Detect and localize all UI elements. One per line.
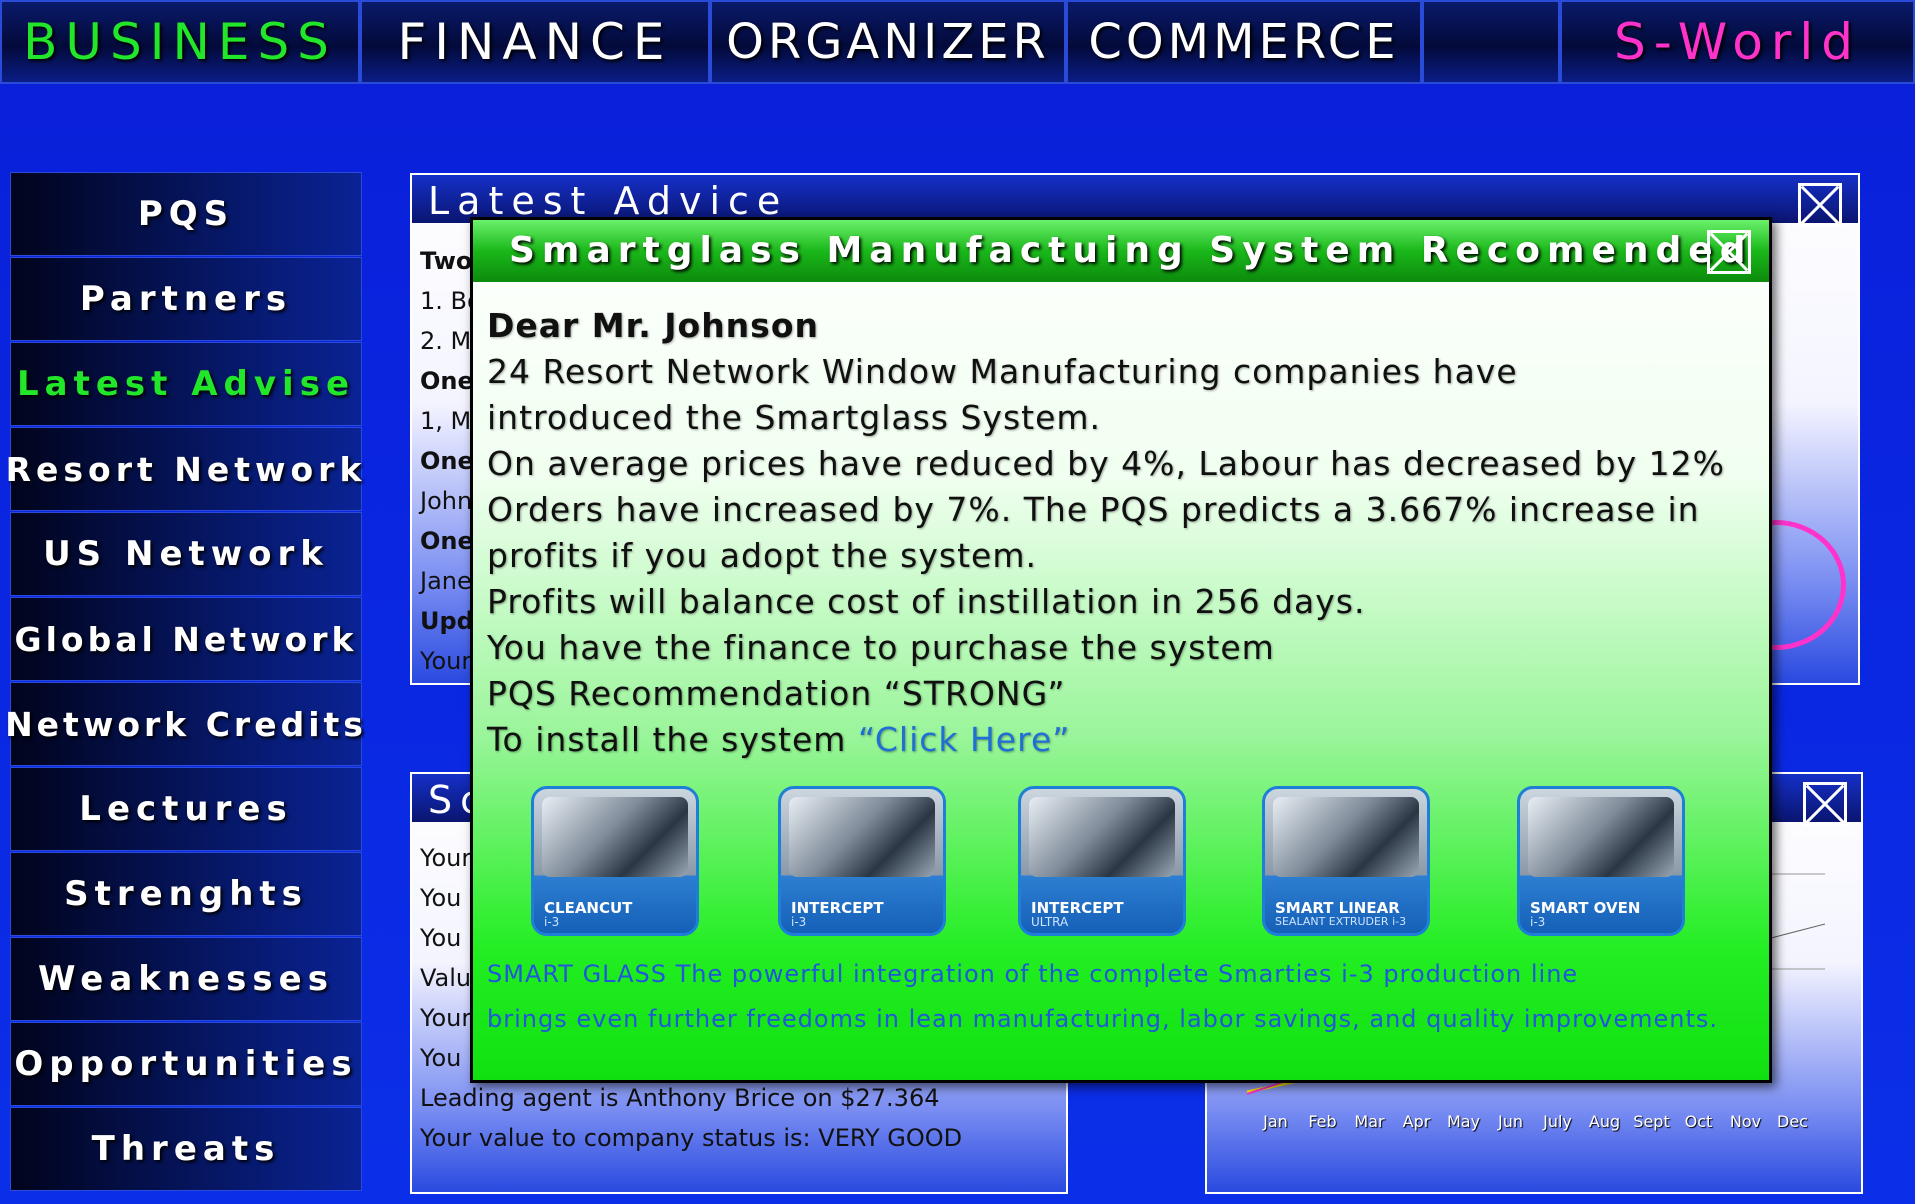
advice-line: Upd [420, 607, 474, 635]
product-image [1273, 797, 1419, 877]
product-image [1029, 797, 1175, 877]
month-label: Jan [1263, 1112, 1288, 1131]
product-sub: SEALANT EXTRUDER i-3 [1275, 915, 1407, 928]
dialog-title: Smartglass Manufactuing System Recomende… [473, 220, 1769, 282]
latest-advice-title: Latest Advice [412, 175, 1858, 223]
message-line: introduced the Smartglass System. [487, 398, 1102, 437]
month-label: Oct [1684, 1112, 1713, 1131]
tab-commerce[interactable]: COMMERCE [1066, 0, 1422, 84]
product-cleancut[interactable]: CLEANCUT i-3 [531, 786, 699, 936]
month-label: Dec [1777, 1112, 1808, 1131]
sidebar-item-partners[interactable]: Partners [10, 257, 362, 341]
month-label: May [1446, 1112, 1481, 1131]
sidebar: PQS Partners Latest Advise Resort Networ… [5, 172, 363, 1194]
message-line: On average prices have reduced by 4%, La… [487, 444, 1725, 483]
message-line: You have the finance to purchase the sys… [487, 628, 1275, 667]
score-line: You [420, 924, 462, 952]
score-line: You [420, 1044, 462, 1072]
sidebar-item-us-network[interactable]: US Network [10, 512, 362, 596]
sidebar-item-network-credits[interactable]: Network Credits [5, 682, 363, 766]
advice-line: One [420, 527, 474, 555]
product-smart-linear[interactable]: SMART LINEAR SEALANT EXTRUDER i-3 [1262, 786, 1430, 936]
sidebar-item-resort-network[interactable]: Resort Network [6, 427, 362, 511]
product-sub: i-3 [1530, 915, 1546, 929]
sidebar-item-lectures[interactable]: Lectures [10, 767, 362, 851]
month-label: Apr [1402, 1112, 1431, 1131]
message-line: profits if you adopt the system. [487, 536, 1037, 575]
product-description: brings even further freedoms in lean man… [487, 1005, 1719, 1033]
tab-business[interactable]: BUSINESS [0, 0, 360, 84]
sidebar-item-weaknesses[interactable]: Weaknesses [10, 937, 362, 1021]
sidebar-item-strenghts[interactable]: Strenghts [10, 852, 362, 936]
product-description: SMART GLASS The powerful integration of … [487, 960, 1579, 988]
product-image [789, 797, 935, 877]
product-sub: ULTRA [1031, 915, 1069, 929]
advice-line: 1, M [420, 407, 472, 435]
month-label: July [1543, 1112, 1572, 1131]
install-prefix: To install the system [487, 720, 858, 759]
product-smart-oven[interactable]: SMART OVEN i-3 [1517, 786, 1685, 936]
message-line: 24 Resort Network Window Manufacturing c… [487, 352, 1518, 391]
advice-line: John [420, 487, 473, 515]
month-label: Sept [1633, 1112, 1670, 1131]
sidebar-item-pqs[interactable]: PQS [10, 172, 362, 256]
product-sub: i-3 [791, 915, 807, 929]
product-name: SMART OVEN [1530, 899, 1641, 917]
leading-agent-text: Leading agent is Anthony Brice on $27.36… [420, 1084, 940, 1112]
advice-line: One [420, 367, 474, 395]
tab-s-world[interactable]: S-World [1560, 0, 1915, 84]
tab-organizer[interactable]: ORGANIZER [710, 0, 1066, 84]
install-line: To install the system “Click Here” [487, 720, 1070, 759]
score-line: Your [420, 844, 472, 872]
advice-line: 2. M [420, 327, 472, 355]
sidebar-item-threats[interactable]: Threats [10, 1107, 362, 1191]
value-status-text: Your value to company status is: VERY GO… [420, 1124, 963, 1152]
message-line: Profits will balance cost of instillatio… [487, 582, 1366, 621]
month-label: Nov [1729, 1112, 1762, 1131]
product-image [542, 797, 688, 877]
sidebar-item-latest-advise[interactable]: Latest Advise [10, 342, 362, 426]
month-label: Aug [1588, 1112, 1621, 1131]
product-intercept-ultra[interactable]: INTERCEPT ULTRA [1018, 786, 1186, 936]
product-image [1528, 797, 1674, 877]
advice-line: Two [420, 247, 473, 275]
greeting: Dear Mr. Johnson [487, 306, 819, 345]
score-line: Your [420, 1004, 472, 1032]
month-label: Mar [1354, 1112, 1385, 1131]
advice-line: One [420, 447, 474, 475]
chart-month-axis: Jan Feb Mar Apr May Jun July Aug Sept Oc… [1252, 1112, 1852, 1131]
top-nav: BUSINESS FINANCE ORGANIZER COMMERCE S-Wo… [0, 0, 1915, 86]
month-label: Feb [1308, 1112, 1337, 1131]
close-icon[interactable] [1798, 183, 1842, 227]
score-line: You [420, 884, 462, 912]
message-line: PQS Recommendation “STRONG” [487, 674, 1066, 713]
recommendation-dialog: Smartglass Manufactuing System Recomende… [470, 217, 1772, 1083]
product-sub: i-3 [544, 915, 560, 929]
advice-line: Your [420, 647, 472, 675]
score-line: Valu [420, 964, 472, 992]
sidebar-item-opportunities[interactable]: Opportunities [10, 1022, 362, 1106]
sidebar-item-global-network[interactable]: Global Network [10, 597, 362, 681]
month-label: Jun [1498, 1112, 1523, 1131]
message-line: Orders have increased by 7%. The PQS pre… [487, 490, 1700, 529]
tab-empty[interactable] [1422, 0, 1560, 84]
tab-finance[interactable]: FINANCE [360, 0, 710, 84]
close-icon[interactable] [1707, 230, 1751, 274]
advice-line: Jane [420, 567, 472, 595]
product-intercept[interactable]: INTERCEPT i-3 [778, 786, 946, 936]
click-here-link[interactable]: “Click Here” [858, 720, 1070, 759]
